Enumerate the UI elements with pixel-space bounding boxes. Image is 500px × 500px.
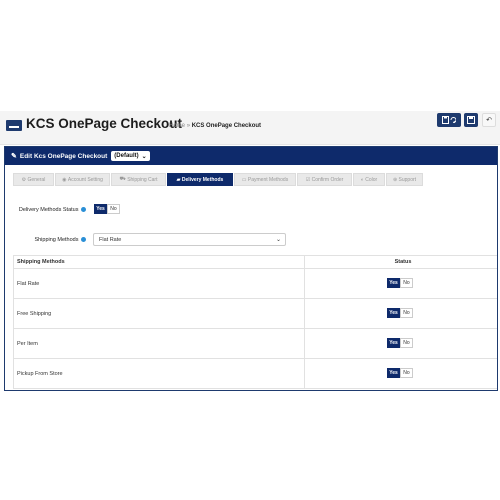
yes-option[interactable]: Yes: [387, 308, 400, 318]
method-name: Per Item: [13, 328, 305, 359]
shipping-methods-label: Shipping Methods: [9, 236, 86, 244]
tab-confirm-order[interactable]: ☑ Confirm Order: [297, 173, 352, 186]
yes-option[interactable]: Yes: [387, 368, 400, 378]
edit-panel: ✎ Edit Kcs OnePage Checkout (Default) ⌄ …: [4, 146, 498, 391]
cart-icon: ⛟: [119, 176, 128, 182]
save-refresh-icon: [442, 116, 456, 124]
back-arrow-icon: ↶: [486, 117, 492, 124]
delivery-status-toggle[interactable]: Yes No: [94, 204, 120, 214]
yes-option[interactable]: Yes: [387, 338, 400, 348]
no-option[interactable]: No: [400, 308, 413, 318]
delivery-status-label: Delivery Methods Status: [9, 206, 86, 214]
shipping-methods-table: Shipping Methods Status Flat Rate Yes No…: [13, 255, 497, 389]
method-name: Free Shipping: [13, 298, 305, 329]
status-toggle[interactable]: Yes No: [387, 368, 413, 378]
panel-title: Edit Kcs OnePage Checkout: [19, 152, 108, 160]
status-cell: Yes No: [304, 268, 497, 299]
tab-support[interactable]: ⊕ Support: [386, 173, 423, 186]
yes-option[interactable]: Yes: [94, 204, 107, 214]
column-header-status: Status: [304, 255, 497, 269]
store-select[interactable]: (Default) ⌄: [111, 151, 150, 161]
save-button[interactable]: [464, 113, 478, 127]
save-icon: [467, 116, 475, 124]
table-row: Flat Rate Yes No: [13, 268, 497, 299]
method-name: Pickup From Store: [13, 358, 305, 389]
save-stay-button[interactable]: [437, 113, 461, 127]
status-cell: Yes No: [304, 358, 497, 389]
breadcrumb: Home » KCS OnePage Checkout: [169, 123, 261, 129]
status-cell: Yes No: [304, 328, 497, 359]
status-cell: Yes No: [304, 298, 497, 329]
status-toggle[interactable]: Yes No: [387, 278, 413, 288]
help-icon[interactable]: [81, 237, 86, 243]
table-row: Per Item Yes No: [13, 328, 497, 359]
chevron-down-icon: ⌄: [275, 237, 281, 243]
column-header-shipping-methods: Shipping Methods: [13, 255, 305, 269]
tab-shipping-cart[interactable]: ⛟ Shipping Cart: [111, 173, 166, 186]
no-option[interactable]: No: [400, 278, 413, 288]
module-logo-icon: [6, 120, 22, 131]
tab-delivery-methods[interactable]: ▰ Delivery Methods: [167, 173, 233, 186]
status-toggle[interactable]: Yes No: [387, 308, 413, 318]
table-row: Free Shipping Yes No: [13, 298, 497, 329]
status-toggle[interactable]: Yes No: [387, 338, 413, 348]
tab-color[interactable]: ◐ Color: [353, 173, 385, 186]
no-option[interactable]: No: [400, 338, 413, 348]
table-row: Pickup From Store Yes No: [13, 358, 497, 389]
breadcrumb-current: KCS OnePage Checkout: [191, 123, 262, 129]
tab-bar: ⚙ General ◉ Account Setting ⛟ Shipping C…: [13, 173, 424, 186]
back-button[interactable]: ↶: [482, 113, 496, 127]
tab-account-setting[interactable]: ◉ Account Setting: [55, 173, 110, 186]
tab-payment-methods[interactable]: ▭ Payment Methods: [234, 173, 296, 186]
panel-heading: ✎ Edit Kcs OnePage Checkout (Default) ⌄: [5, 147, 497, 165]
pencil-icon: ✎: [11, 153, 17, 160]
breadcrumb-separator: »: [186, 123, 191, 129]
method-name: Flat Rate: [13, 268, 305, 299]
no-option[interactable]: No: [107, 204, 120, 214]
tab-general[interactable]: ⚙ General: [13, 173, 54, 186]
page-header: KCS OnePage Checkout Home » KCS OnePage …: [0, 111, 500, 145]
help-icon[interactable]: [81, 207, 86, 213]
yes-option[interactable]: Yes: [387, 278, 400, 288]
chevron-down-icon: ⌄: [141, 153, 147, 160]
no-option[interactable]: No: [400, 368, 413, 378]
page-title: KCS OnePage Checkout: [26, 116, 183, 131]
breadcrumb-home[interactable]: Home: [169, 123, 185, 129]
shipping-methods-select[interactable]: Flat Rate ⌄: [93, 233, 286, 246]
